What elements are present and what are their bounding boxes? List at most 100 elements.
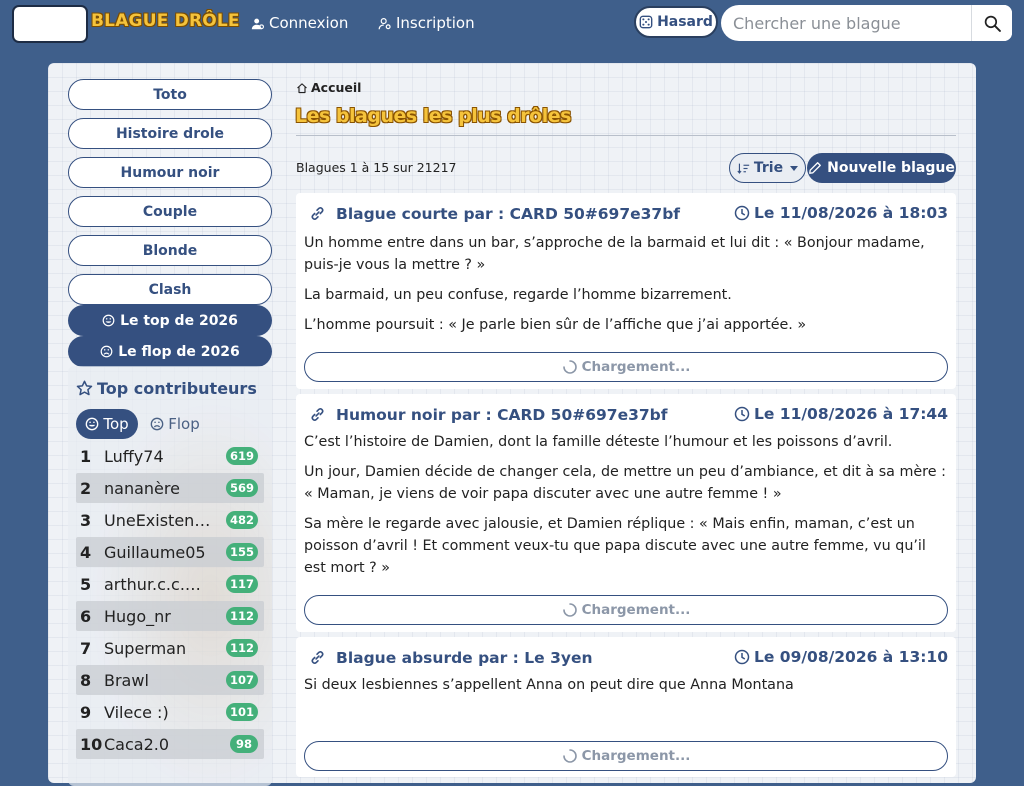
- search-icon: [984, 15, 1001, 32]
- main-container: Toto Histoire drole Humour noir Couple B…: [48, 63, 976, 786]
- category-histoire-drole[interactable]: Histoire drole: [68, 118, 272, 149]
- tab-flop-label: Flop: [168, 415, 200, 433]
- user-icon: [251, 18, 264, 29]
- top-of-year-button[interactable]: Le top de 2026: [68, 305, 272, 336]
- joke-body: Un homme entre dans un bar, s’approche d…: [304, 232, 950, 344]
- signup-label: Inscription: [396, 14, 475, 32]
- contributor-score-badge: 107: [225, 671, 258, 689]
- joke-paragraph: L’homme poursuit : « Je parle bien sûr d…: [304, 317, 807, 333]
- contributor-row[interactable]: 6 Hugo_nr 112: [76, 601, 264, 631]
- category-clash[interactable]: Clash: [68, 274, 272, 305]
- contributor-name: UneExistence…: [104, 510, 214, 530]
- contributors-title-text: Top contributeurs: [97, 379, 257, 398]
- contributor-name: Luffy74: [104, 446, 164, 466]
- loading-label: Chargement...: [581, 602, 691, 618]
- title-divider: [296, 135, 956, 136]
- search-input[interactable]: [721, 5, 971, 41]
- joke-date-text: Le 09/08/2026 à 13:10: [754, 648, 948, 666]
- tab-flop[interactable]: Flop: [144, 409, 206, 439]
- link-icon[interactable]: [310, 650, 325, 665]
- results-count: Blagues 1 à 15 sur 21217: [296, 160, 457, 175]
- category-humour-noir[interactable]: Humour noir: [68, 157, 272, 188]
- contributor-row[interactable]: 3 UneExistence… 482: [76, 505, 264, 535]
- joke-paragraph: Un homme entre dans un bar, s’approche d…: [304, 235, 925, 273]
- category-blonde[interactable]: Blonde: [68, 235, 272, 266]
- joke-body: C’est l’histoire de Damien, dont la fami…: [304, 431, 950, 587]
- breadcrumb[interactable]: Accueil: [296, 80, 361, 95]
- category-couple[interactable]: Couple: [68, 196, 272, 227]
- joke-date: Le 11/08/2026 à 18:03: [734, 204, 948, 222]
- link-icon[interactable]: [310, 407, 325, 422]
- site-logo[interactable]: [12, 5, 88, 43]
- contributor-rank: 4: [80, 542, 92, 562]
- joke-paragraph: C’est l’histoire de Damien, dont la fami…: [304, 434, 893, 450]
- top-of-year-label: Le top de 2026: [120, 312, 238, 329]
- search-button[interactable]: [971, 5, 1012, 41]
- joke-paragraph: Sa mère le regarde avec jalousie, et Dam…: [304, 516, 926, 576]
- joke-date-text: Le 11/08/2026 à 17:44: [754, 405, 948, 423]
- loading-label: Chargement...: [581, 748, 691, 764]
- smile-icon: [86, 417, 99, 431]
- load-more-button[interactable]: Chargement...: [304, 595, 948, 625]
- contributor-row[interactable]: 7 Superman 112: [76, 633, 264, 663]
- random-joke-button[interactable]: Hasard: [634, 6, 718, 38]
- contributor-rank: 1: [80, 446, 92, 466]
- joke-date: Le 11/08/2026 à 17:44: [734, 405, 948, 423]
- category-toto[interactable]: Toto: [68, 79, 272, 110]
- load-more-button[interactable]: Chargement...: [304, 741, 948, 771]
- joke-title[interactable]: Blague absurde par : Le 3yen: [336, 649, 593, 667]
- contributor-name: Brawl: [104, 670, 149, 690]
- frown-icon: [150, 417, 164, 431]
- contributor-row[interactable]: 8 Brawl 107: [76, 665, 264, 695]
- sort-icon: [737, 163, 750, 174]
- contributors-title: Top contributeurs: [76, 379, 257, 398]
- signup-link[interactable]: Inscription: [378, 14, 475, 32]
- load-more-button[interactable]: Chargement...: [304, 352, 948, 382]
- contributor-row[interactable]: 9 Vilece :) 101: [76, 697, 264, 727]
- contributor-name: Vilece :): [104, 702, 169, 722]
- brand-name[interactable]: BLAGUE DRÔLE: [91, 11, 240, 31]
- joke-date-text: Le 11/08/2026 à 18:03: [754, 204, 948, 222]
- new-joke-button[interactable]: Nouvelle blague: [807, 153, 956, 183]
- contributor-rank: 3: [80, 510, 92, 530]
- joke-card: Blague courte par : CARD 50#697e37bf Le …: [296, 193, 956, 389]
- contributor-row[interactable]: 5 arthur.c.c.m… 117: [76, 569, 264, 599]
- contributor-score-badge: 619: [225, 447, 258, 465]
- random-label: Hasard: [657, 14, 713, 30]
- dice-icon: [639, 15, 653, 29]
- contributor-row[interactable]: 10 Caca2.0 98: [76, 729, 264, 759]
- contributor-score-badge: 569: [225, 479, 258, 497]
- page-title: Les blagues les plus drôles: [295, 105, 571, 127]
- link-icon[interactable]: [310, 206, 325, 221]
- login-link[interactable]: Connexion: [251, 14, 348, 32]
- joke-paragraph: Si deux lesbiennes s’appellent Anna on p…: [304, 677, 794, 693]
- contributor-score-badge: 101: [225, 703, 258, 721]
- contributor-name: nananère: [104, 478, 180, 498]
- flop-of-year-label: Le flop de 2026: [118, 343, 240, 360]
- tab-top[interactable]: Top: [76, 409, 138, 439]
- contributor-name: arthur.c.c.m…: [104, 574, 214, 594]
- sort-dropdown-button[interactable]: Trie: [729, 153, 806, 183]
- contributor-name: Guillaume05: [104, 542, 206, 562]
- clock-icon: [734, 406, 750, 422]
- joke-card: Blague absurde par : Le 3yen Le 09/08/20…: [296, 637, 956, 777]
- smile-icon: [102, 314, 115, 327]
- spinner-icon: [562, 603, 577, 617]
- joke-title[interactable]: Blague courte par : CARD 50#697e37bf: [336, 205, 680, 223]
- contributor-row[interactable]: 2 nananère 569: [76, 473, 264, 503]
- tab-top-label: Top: [103, 415, 129, 433]
- joke-paragraph: La barmaid, un peu confuse, regarde l’ho…: [304, 287, 732, 303]
- joke-title[interactable]: Humour noir par : CARD 50#697e37bf: [336, 406, 668, 424]
- spinner-icon: [562, 749, 577, 763]
- loading-label: Chargement...: [581, 359, 691, 375]
- contributor-name: Superman: [104, 638, 187, 658]
- contributor-rank: 9: [80, 702, 92, 722]
- contributor-row[interactable]: 1 Luffy74 619: [76, 441, 264, 471]
- flop-of-year-button[interactable]: Le flop de 2026: [68, 336, 272, 367]
- clock-icon: [734, 205, 750, 221]
- contributor-score-badge: 117: [225, 575, 258, 593]
- contributor-score-badge: 98: [230, 735, 258, 753]
- pencil-icon: [809, 162, 822, 174]
- contributor-rank: 10: [80, 734, 103, 754]
- contributor-row[interactable]: 4 Guillaume05 155: [76, 537, 264, 567]
